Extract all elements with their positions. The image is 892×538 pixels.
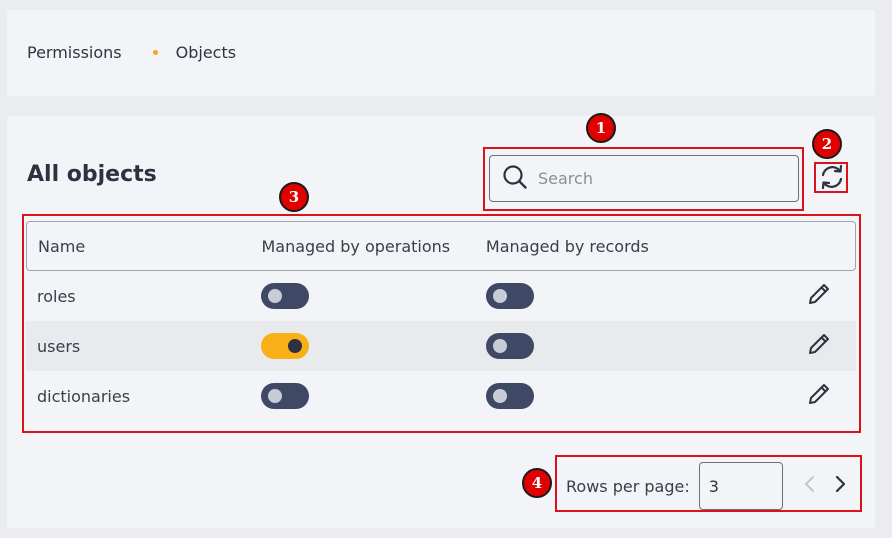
annotation-badge: 2	[812, 129, 842, 159]
annotation-badge: 1	[586, 113, 616, 143]
table-header: Name Managed by operations Managed by re…	[26, 221, 856, 271]
table-row: dictionaries	[26, 371, 856, 421]
next-page-button[interactable]	[827, 473, 853, 499]
rows-per-page-select[interactable]: 3	[698, 462, 783, 510]
toggle-knob	[493, 289, 507, 303]
header-name[interactable]: Name	[27, 237, 261, 256]
table-row: roles	[26, 271, 856, 321]
search-icon	[502, 164, 528, 194]
annotation-badge: 3	[279, 182, 309, 212]
managed-records-toggle[interactable]	[486, 383, 534, 409]
pencil-icon	[806, 381, 832, 411]
breadcrumb: Permissions Objects	[27, 43, 236, 62]
refresh-icon	[818, 163, 846, 195]
search-box[interactable]	[489, 155, 799, 202]
pencil-icon	[806, 281, 832, 311]
breadcrumb-permissions[interactable]: Permissions	[27, 43, 122, 62]
edit-button[interactable]	[806, 331, 832, 361]
managed-records-toggle[interactable]	[486, 333, 534, 359]
toggle-knob	[268, 389, 282, 403]
breadcrumb-separator-dot	[152, 50, 158, 55]
table-row: users	[26, 321, 856, 371]
toggle-knob	[493, 339, 507, 353]
pencil-icon	[806, 331, 832, 361]
rows-per-page-label: Rows per page:	[566, 476, 690, 496]
edit-button[interactable]	[806, 381, 832, 411]
row-name: dictionaries	[37, 386, 131, 406]
annotation-badge: 4	[522, 468, 552, 498]
pagination: Rows per page: 3	[560, 461, 853, 511]
managed-ops-toggle[interactable]	[261, 333, 309, 359]
toggle-knob	[288, 339, 302, 353]
row-name: roles	[37, 286, 76, 306]
header-managed-ops[interactable]: Managed by operations	[261, 237, 485, 256]
toggle-knob	[493, 389, 507, 403]
managed-ops-toggle[interactable]	[261, 383, 309, 409]
managed-records-toggle[interactable]	[486, 283, 534, 309]
prev-page-button[interactable]	[797, 473, 823, 499]
chevron-left-icon	[803, 475, 817, 497]
search-input[interactable]	[538, 169, 768, 188]
breadcrumb-panel: Permissions Objects	[7, 10, 875, 96]
refresh-button[interactable]	[815, 162, 849, 196]
objects-table: Name Managed by operations Managed by re…	[26, 221, 856, 421]
edit-button[interactable]	[806, 281, 832, 311]
managed-ops-toggle[interactable]	[261, 283, 309, 309]
header-managed-records[interactable]: Managed by records	[486, 237, 805, 256]
toggle-knob	[268, 289, 282, 303]
page-title: All objects	[27, 162, 157, 187]
breadcrumb-objects: Objects	[175, 43, 237, 62]
main-panel: All objects Name Managed by operations M…	[7, 116, 875, 528]
row-name: users	[37, 336, 81, 356]
chevron-right-icon	[833, 475, 847, 497]
